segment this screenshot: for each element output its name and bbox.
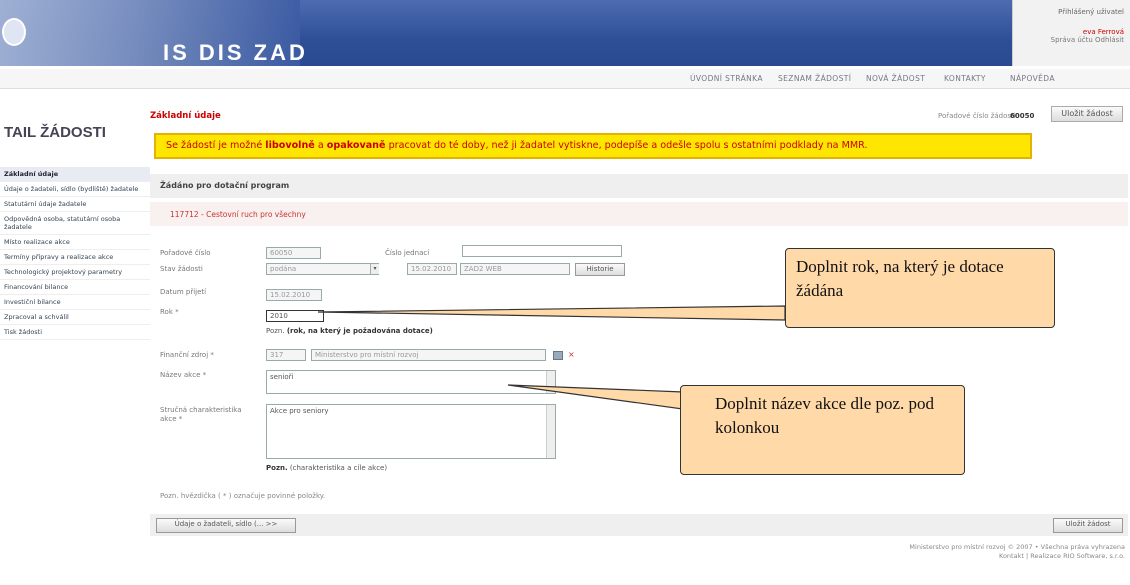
callout-year: Doplnit rok, na který je dotace žádána: [785, 248, 1055, 328]
callout-name-pointer: [507, 384, 691, 411]
callout-name: Doplnit název akce dle poz. pod kolonkou: [680, 385, 965, 475]
callout-year-pointer: [317, 305, 786, 321]
